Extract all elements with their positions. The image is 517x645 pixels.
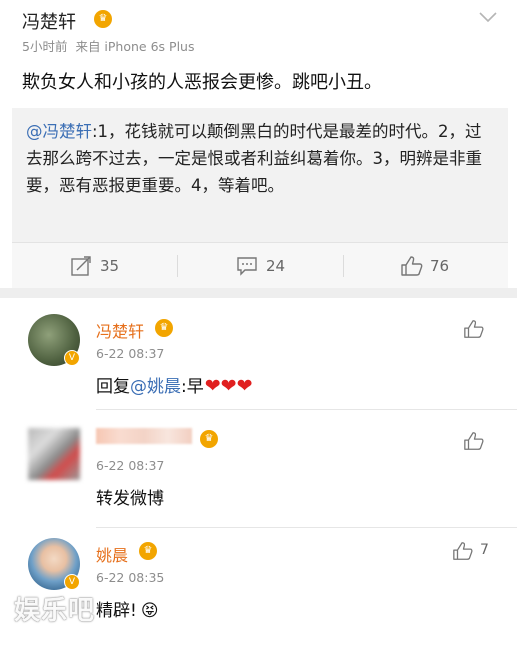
post-time: 5小时前 bbox=[22, 39, 68, 54]
comment-reply-prefix: 回复 bbox=[96, 377, 130, 397]
comment-username[interactable]: 姚晨 bbox=[96, 542, 128, 566]
vip-crown-icon: ♛ bbox=[94, 10, 112, 28]
watermark-logo: 娱乐吧 bbox=[14, 596, 96, 626]
section-divider bbox=[0, 288, 517, 298]
comment-time: 6-22 08:35 bbox=[96, 570, 165, 585]
post-text: 欺负女人和小孩的人恶报会更惨。跳吧小丑。 bbox=[22, 72, 382, 93]
comment-text: 转发微博 bbox=[96, 489, 164, 509]
vip-crown-icon: ♛ bbox=[155, 319, 173, 337]
vip-crown-icon: ♛ bbox=[139, 542, 157, 560]
verified-v-icon: V bbox=[64, 350, 80, 366]
thumbs-up-icon bbox=[401, 256, 423, 276]
quoted-body: :1，花钱就可以颠倒黑白的时代是最差的时代。2，过去那么跨不过去，一定是恨或者利… bbox=[26, 122, 482, 195]
comment-item[interactable]: V 冯楚轩 ♛ 6-22 08:37 回复@姚晨:早❤❤❤ bbox=[0, 298, 517, 410]
quoted-post[interactable]: @冯楚轩:1，花钱就可以颠倒黑白的时代是最差的时代。2，过去那么跨不过去，一定是… bbox=[12, 108, 508, 242]
post-source: 来自 iPhone 6s Plus bbox=[75, 39, 195, 54]
comment-username[interactable] bbox=[96, 428, 192, 444]
verified-v-icon: V bbox=[64, 574, 80, 590]
comment-like-icon[interactable] bbox=[463, 318, 485, 340]
chevron-down-icon[interactable] bbox=[475, 6, 501, 28]
comment-icon bbox=[237, 257, 257, 276]
repost-icon bbox=[71, 256, 91, 276]
post-username[interactable]: 冯楚轩 bbox=[22, 8, 76, 34]
like-count: 76 bbox=[430, 257, 450, 275]
vip-crown-icon: ♛ bbox=[200, 430, 218, 448]
heart-emoji: ❤❤❤ bbox=[204, 375, 253, 397]
comment-like-count: 7 bbox=[480, 542, 489, 558]
comment-item[interactable]: V 姚晨 ♛ 6-22 08:35 精辟! 😝 7 bbox=[0, 528, 517, 645]
comment-username[interactable]: 冯楚轩 bbox=[96, 318, 144, 342]
comment-count: 24 bbox=[266, 257, 286, 275]
post-action-bar: 35 24 76 bbox=[12, 242, 508, 289]
comment-like-icon[interactable] bbox=[452, 540, 474, 562]
comment-time: 6-22 08:37 bbox=[96, 458, 165, 473]
comment-text: 精辟! 😝 bbox=[96, 596, 159, 621]
weibo-post: 冯楚轩 ♛ 5小时前 来自 iPhone 6s Plus 欺负女人和小孩的人恶报会… bbox=[0, 0, 517, 289]
comment-button[interactable]: 24 bbox=[178, 243, 343, 289]
repost-button[interactable]: 35 bbox=[12, 243, 177, 289]
post-meta: 5小时前 来自 iPhone 6s Plus bbox=[22, 36, 194, 55]
quoted-mention[interactable]: @冯楚轩 bbox=[26, 122, 92, 141]
comment-body: 精辟! bbox=[96, 601, 137, 621]
comment-text: 回复@姚晨:早❤❤❤ bbox=[96, 372, 253, 397]
avatar[interactable] bbox=[28, 428, 80, 480]
tongue-emoji: 😝 bbox=[140, 601, 159, 621]
comment-time: 6-22 08:37 bbox=[96, 346, 165, 361]
repost-count: 35 bbox=[100, 257, 120, 275]
comment-mention[interactable]: @姚晨 bbox=[130, 377, 181, 397]
quoted-text: @冯楚轩:1，花钱就可以颠倒黑白的时代是最差的时代。2，过去那么跨不过去，一定是… bbox=[26, 118, 496, 199]
comment-reply-suffix: :早 bbox=[181, 377, 204, 397]
like-button[interactable]: 76 bbox=[344, 243, 509, 289]
comment-like-icon[interactable] bbox=[463, 430, 485, 452]
